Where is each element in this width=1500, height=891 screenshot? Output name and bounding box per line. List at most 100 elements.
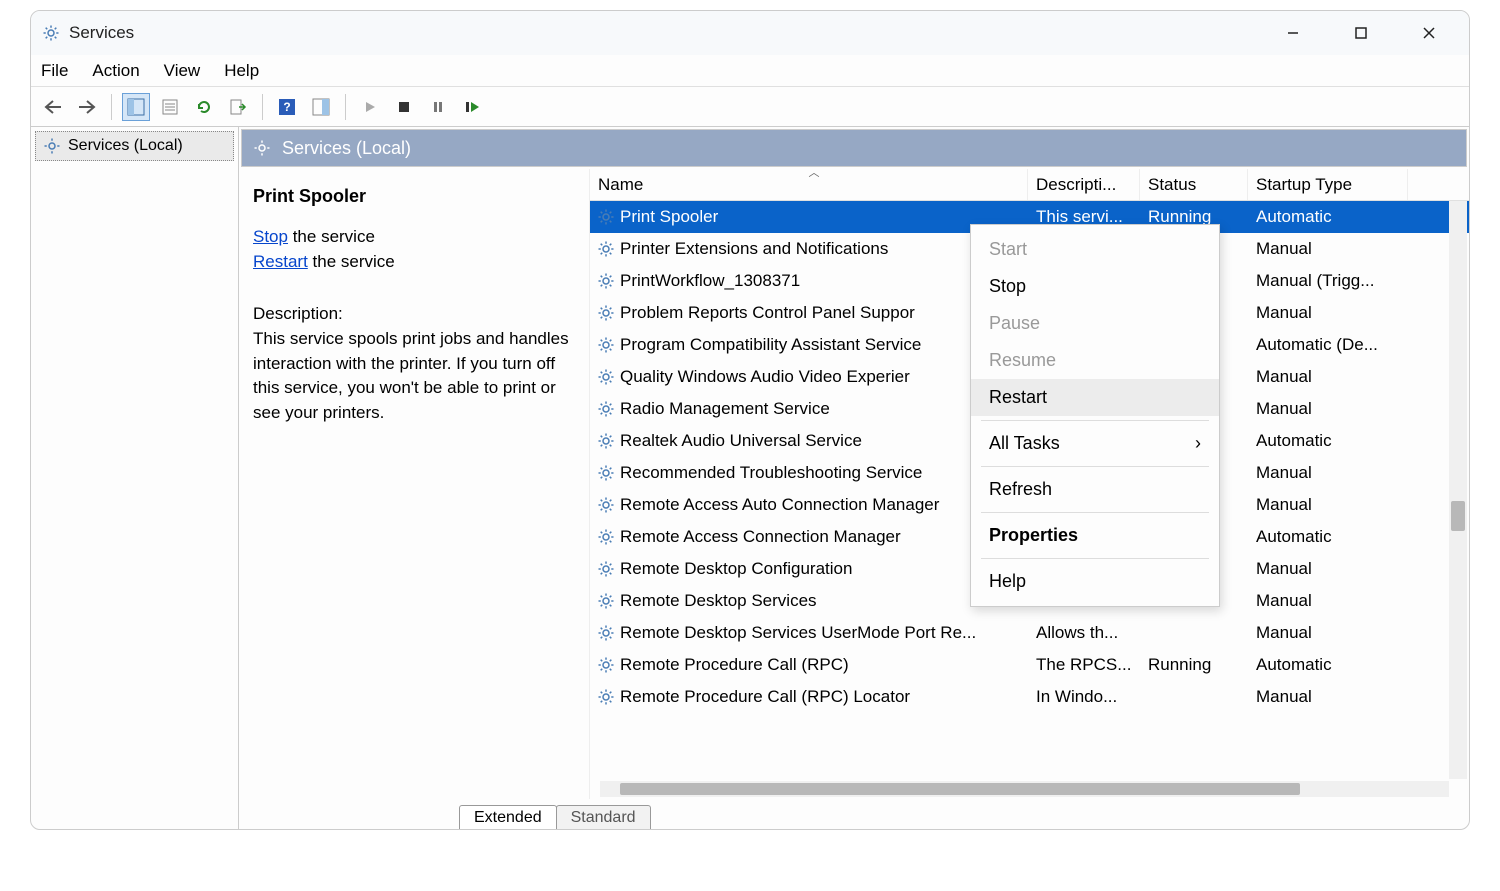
gear-icon [596,239,616,259]
start-service-button[interactable] [356,93,384,121]
ctx-restart-label: Restart [989,387,1047,408]
description-text: This service spools print jobs and handl… [253,327,575,426]
gear-icon [596,399,616,419]
stop-service-button[interactable] [390,93,418,121]
service-startup: Manual [1248,591,1408,611]
main-body: Services (Local) Services (Local) Print … [31,127,1469,829]
toolbar-separator [111,94,112,120]
service-name: Remote Desktop Configuration [620,559,852,579]
action-pane-button[interactable] [307,93,335,121]
service-name: Recommended Troubleshooting Service [620,463,922,483]
properties-button[interactable] [156,93,184,121]
restart-service-button[interactable] [458,93,486,121]
vertical-scrollbar[interactable] [1449,201,1467,779]
stop-suffix: the service [288,227,375,246]
ctx-stop[interactable]: Stop [971,268,1219,305]
ctx-help[interactable]: Help [971,563,1219,600]
tab-standard[interactable]: Standard [556,805,651,829]
column-status[interactable]: Status [1140,169,1248,200]
service-startup: Automatic [1248,431,1408,451]
ctx-all-tasks[interactable]: All Tasks › [971,425,1219,462]
service-name: Remote Procedure Call (RPC) Locator [620,687,910,707]
horizontal-scrollbar[interactable] [600,781,1449,797]
gear-icon [596,335,616,355]
service-name: Printer Extensions and Notifications [620,239,888,259]
context-menu: Start Stop Pause Resume Restart All Task… [970,224,1220,607]
service-startup: Automatic (De... [1248,335,1408,355]
column-description-label: Descripti... [1036,175,1116,195]
service-startup: Manual [1248,559,1408,579]
content-row: Print Spooler Stop the service Restart t… [239,169,1469,799]
pane-header-title: Services (Local) [282,138,411,159]
scrollbar-thumb[interactable] [620,783,1300,795]
ctx-properties-label: Properties [989,525,1078,546]
ctx-restart[interactable]: Restart [971,379,1219,416]
menu-action[interactable]: Action [92,61,139,81]
service-description: The RPCS... [1028,655,1140,675]
gear-icon [596,271,616,291]
ctx-properties[interactable]: Properties [971,517,1219,554]
tab-standard-label: Standard [571,809,636,826]
back-button[interactable] [39,93,67,121]
main-pane: Services (Local) Print Spooler Stop the … [239,127,1469,829]
close-button[interactable] [1409,18,1449,48]
column-description[interactable]: Descripti... [1028,169,1140,200]
service-row[interactable]: Remote Procedure Call (RPC)The RPCS...Ru… [590,649,1469,681]
gear-icon [42,136,62,156]
column-startup[interactable]: Startup Type [1248,169,1408,200]
tree-item-services-local[interactable]: Services (Local) [35,131,234,161]
forward-button[interactable] [73,93,101,121]
tab-extended[interactable]: Extended [459,805,557,829]
service-startup: Manual [1248,399,1408,419]
service-name: Remote Access Auto Connection Manager [620,495,939,515]
service-name: Radio Management Service [620,399,830,419]
gear-icon [596,431,616,451]
restart-service-link[interactable]: Restart [253,252,308,271]
service-row[interactable]: Remote Procedure Call (RPC) LocatorIn Wi… [590,681,1469,713]
gear-icon [596,463,616,483]
gear-icon [596,303,616,323]
gear-icon [596,623,616,643]
menu-file[interactable]: File [41,61,68,81]
services-app-icon [41,23,61,43]
service-startup: Automatic [1248,655,1408,675]
column-name[interactable]: ︿ Name [590,169,1028,200]
service-startup: Manual [1248,367,1408,387]
list-header: ︿ Name Descripti... Status Startup Type [590,169,1469,201]
toolbar-separator [345,94,346,120]
detail-pane: Print Spooler Stop the service Restart t… [239,169,589,799]
show-hide-tree-button[interactable] [122,93,150,121]
description-label: Description: [253,302,575,327]
maximize-button[interactable] [1341,18,1381,48]
ctx-resume-label: Resume [989,350,1056,371]
ctx-refresh[interactable]: Refresh [971,471,1219,508]
service-name: Remote Desktop Services UserMode Port Re… [620,623,976,643]
help-button[interactable]: ? [273,93,301,121]
selected-service-title: Print Spooler [253,183,575,209]
ctx-refresh-label: Refresh [989,479,1052,500]
service-startup: Manual (Trigg... [1248,271,1408,291]
refresh-button[interactable] [190,93,218,121]
export-button[interactable] [224,93,252,121]
menu-help[interactable]: Help [224,61,259,81]
ctx-separator [981,512,1209,513]
scrollbar-thumb[interactable] [1451,501,1465,531]
gear-icon [596,527,616,547]
minimize-button[interactable] [1273,18,1313,48]
toolbar: ? [31,87,1469,127]
column-status-label: Status [1148,175,1196,195]
gear-icon [596,495,616,515]
service-row[interactable]: Remote Desktop Services UserMode Port Re… [590,617,1469,649]
pause-service-button[interactable] [424,93,452,121]
menu-view[interactable]: View [164,61,201,81]
ctx-pause: Pause [971,305,1219,342]
service-name: Quality Windows Audio Video Experier [620,367,910,387]
ctx-start-label: Start [989,239,1027,260]
service-name: Program Compatibility Assistant Service [620,335,921,355]
service-name: Remote Access Connection Manager [620,527,901,547]
svg-text:?: ? [283,100,290,114]
stop-service-link[interactable]: Stop [253,227,288,246]
service-name: Remote Desktop Services [620,591,817,611]
restart-service-line: Restart the service [253,250,575,275]
service-startup: Automatic [1248,527,1408,547]
